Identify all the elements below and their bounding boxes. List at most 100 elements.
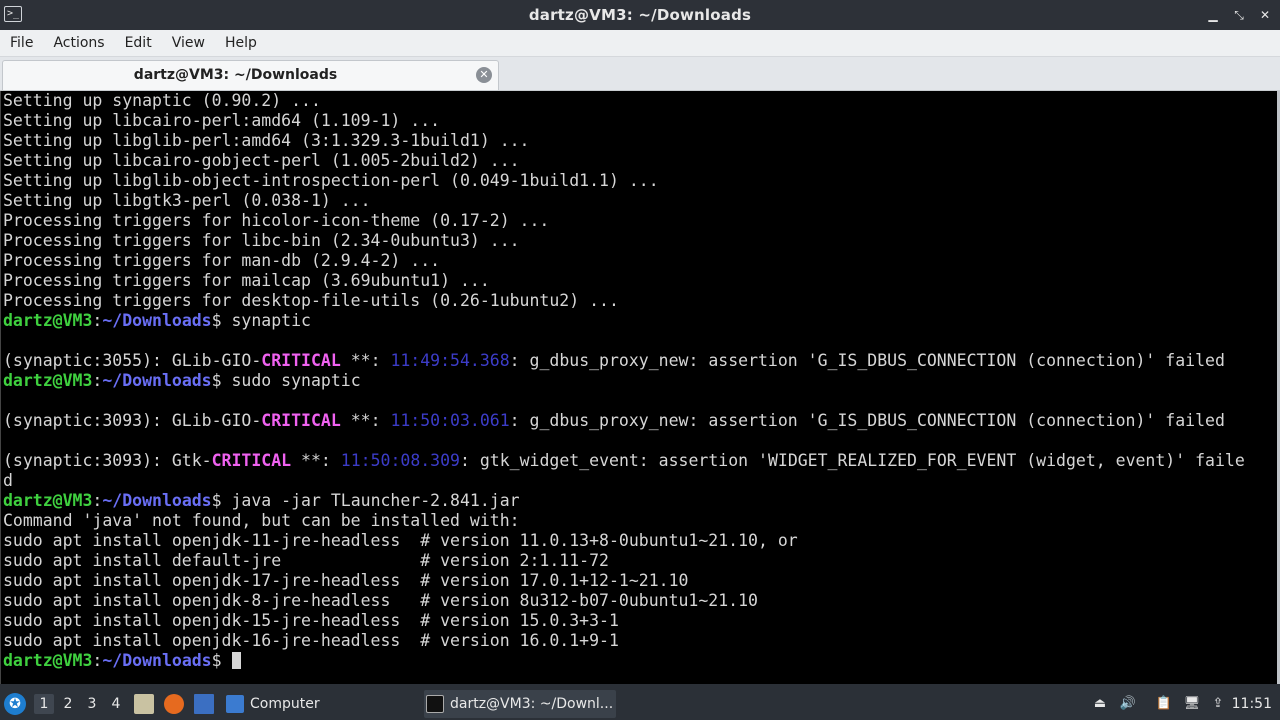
terminal-text: Setting up libcairo-perl:amd64 (1.109-1)…	[3, 111, 441, 130]
terminal-text: : g_dbus_proxy_new: assertion 'G_IS_DBUS…	[509, 351, 1225, 370]
clipboard-icon[interactable]: 📋	[1154, 694, 1174, 714]
terminal-line: Setting up libglib-perl:amd64 (3:1.329.3…	[3, 131, 530, 151]
terminal-text: Setting up libglib-perl:amd64 (3:1.329.3…	[3, 131, 530, 150]
terminal-text: ~/Downloads	[102, 311, 212, 330]
network-icon[interactable]: 🖥	[1182, 694, 1202, 714]
terminal-text: 11:50:03.061	[390, 411, 510, 430]
terminal-text: sudo apt install openjdk-15-jre-headless…	[3, 611, 619, 630]
update-icon[interactable]: ⇪	[1208, 694, 1228, 714]
terminal-text: sudo apt install default-jre # version 2…	[3, 551, 609, 570]
terminal-text: Processing triggers for hicolor-icon-the…	[3, 211, 550, 230]
clock[interactable]: 11:51	[1232, 688, 1272, 720]
task-label: Computer	[250, 696, 320, 712]
desktop-icon[interactable]	[194, 694, 214, 714]
terminal-text: $	[211, 651, 232, 670]
terminal-line: Processing triggers for man-db (2.9.4-2)…	[3, 251, 440, 271]
terminal-text: CRITICAL	[211, 451, 292, 470]
minimize-button[interactable]: ▁	[1206, 8, 1220, 22]
terminal-text: dartz@VM3	[3, 651, 93, 670]
terminal-text: Processing triggers for mailcap (3.69ubu…	[3, 271, 490, 290]
terminal-line: sudo apt install openjdk-8-jre-headless …	[3, 591, 758, 611]
workspace-1[interactable]: 1	[34, 694, 54, 714]
taskbar: ✪ 1 2 3 4 Computer dartz@VM3: ~/Downl...…	[0, 688, 1280, 720]
workspace-3[interactable]: 3	[82, 694, 102, 714]
terminal-line: Processing triggers for desktop-file-uti…	[3, 291, 619, 311]
tab-close-icon[interactable]: ✕	[476, 67, 492, 83]
window-title: dartz@VM3: ~/Downloads	[528, 6, 752, 24]
terminal-text: dartz@VM3	[3, 311, 93, 330]
terminal-text: :	[92, 311, 103, 330]
terminal-line: sudo apt install default-jre # version 2…	[3, 551, 609, 571]
terminal-text: Processing triggers for man-db (2.9.4-2)…	[3, 251, 441, 270]
terminal-text: sudo apt install openjdk-8-jre-headless …	[3, 591, 758, 610]
workspace-4[interactable]: 4	[106, 694, 126, 714]
task-label: dartz@VM3: ~/Downl...	[450, 696, 614, 712]
terminal-text: Setting up libgtk3-perl (0.038-1) ...	[3, 191, 371, 210]
terminal-line: dartz@VM3:~/Downloads$ synaptic	[3, 311, 311, 331]
terminal-line: (synaptic:3093): GLib-GIO-CRITICAL **: 1…	[3, 411, 1225, 431]
terminal-text: Processing triggers for libc-bin (2.34-0…	[3, 231, 520, 250]
terminal-line: dartz@VM3:~/Downloads$	[3, 651, 241, 671]
terminal-cursor	[231, 652, 241, 669]
terminal-line: sudo apt install openjdk-15-jre-headless…	[3, 611, 619, 631]
tab-terminal[interactable]: dartz@VM3: ~/Downloads ✕	[2, 60, 499, 90]
task-computer[interactable]: Computer	[224, 690, 404, 718]
terminal-text: ~/Downloads	[102, 491, 212, 510]
menu-help[interactable]: Help	[215, 30, 267, 57]
close-button[interactable]: ✕	[1258, 8, 1272, 22]
terminal-line: sudo apt install openjdk-11-jre-headless…	[3, 531, 798, 551]
menu-actions[interactable]: Actions	[43, 30, 114, 57]
menu-file[interactable]: File	[0, 30, 43, 57]
terminal-text: (synaptic:3093): Gtk-	[3, 451, 212, 470]
terminal-text: **:	[340, 351, 391, 370]
terminal-line: (synaptic:3093): Gtk-CRITICAL **: 11:50:…	[3, 451, 1245, 471]
volume-icon[interactable]: 🔊	[1118, 694, 1138, 714]
terminal-text: 11:49:54.368	[390, 351, 510, 370]
terminal-text: d	[3, 471, 13, 490]
workspace-2[interactable]: 2	[58, 694, 78, 714]
file-manager-icon[interactable]	[134, 694, 154, 714]
terminal-text: dartz@VM3	[3, 371, 93, 390]
terminal-text: $ sudo synaptic	[211, 371, 361, 390]
terminal-text: (synaptic:3093): GLib-GIO-	[3, 411, 262, 430]
terminal-output[interactable]: Setting up synaptic (0.90.2) ... Setting …	[0, 91, 1280, 684]
maximize-button[interactable]: ⤡	[1232, 8, 1246, 22]
terminal-line: Setting up libcairo-perl:amd64 (1.109-1)…	[3, 111, 440, 131]
terminal-text: (synaptic:3055): GLib-GIO-	[3, 351, 262, 370]
terminal-line: Processing triggers for libc-bin (2.34-0…	[3, 231, 520, 251]
terminal-text: 11:50:08.309	[340, 451, 460, 470]
eject-icon[interactable]: ⏏	[1090, 694, 1110, 714]
terminal-text: **:	[291, 451, 341, 470]
terminal-line: dartz@VM3:~/Downloads$ java -jar TLaunch…	[3, 491, 520, 511]
terminal-text: Setting up synaptic (0.90.2) ...	[3, 91, 321, 110]
terminal-line: Processing triggers for hicolor-icon-the…	[3, 211, 549, 231]
terminal-text: :	[92, 651, 103, 670]
terminal-line: dartz@VM3:~/Downloads$ sudo synaptic	[3, 371, 361, 391]
terminal-line: d	[3, 471, 13, 491]
terminal-line: Setting up libcairo-gobject-perl (1.005-…	[3, 151, 520, 171]
terminal-line: sudo apt install openjdk-17-jre-headless…	[3, 571, 688, 591]
firefox-icon[interactable]	[164, 694, 184, 714]
window-titlebar: >_ dartz@VM3: ~/Downloads ▁ ⤡ ✕	[0, 0, 1280, 30]
menu-edit[interactable]: Edit	[115, 30, 162, 57]
task-terminal[interactable]: dartz@VM3: ~/Downl...	[424, 690, 616, 718]
terminal-text: sudo apt install openjdk-11-jre-headless…	[3, 531, 798, 550]
menu-view[interactable]: View	[162, 30, 215, 57]
terminal-text: sudo apt install openjdk-17-jre-headless…	[3, 571, 689, 590]
start-menu-icon[interactable]: ✪	[4, 693, 26, 715]
tab-bar: dartz@VM3: ~/Downloads ✕	[0, 57, 1280, 91]
terminal-line: sudo apt install openjdk-16-jre-headless…	[3, 631, 619, 651]
tab-label: dartz@VM3: ~/Downloads	[133, 67, 338, 83]
terminal-text: ~/Downloads	[102, 371, 212, 390]
terminal-text: sudo apt install openjdk-16-jre-headless…	[3, 631, 619, 650]
terminal-text: $ synaptic	[211, 311, 311, 330]
terminal-text: $ java -jar TLauncher-2.841.jar	[211, 491, 520, 510]
terminal-line: Setting up synaptic (0.90.2) ...	[3, 91, 321, 111]
terminal-text: Setting up libcairo-gobject-perl (1.005-…	[3, 151, 520, 170]
terminal-text: Command 'java' not found, but can be ins…	[3, 511, 520, 530]
terminal-line: Setting up libgtk3-perl (0.038-1) ...	[3, 191, 371, 211]
terminal-text: : g_dbus_proxy_new: assertion 'G_IS_DBUS…	[509, 411, 1225, 430]
terminal-text: CRITICAL	[261, 411, 341, 430]
terminal-text: dartz@VM3	[3, 491, 93, 510]
terminal-text: **:	[340, 411, 391, 430]
